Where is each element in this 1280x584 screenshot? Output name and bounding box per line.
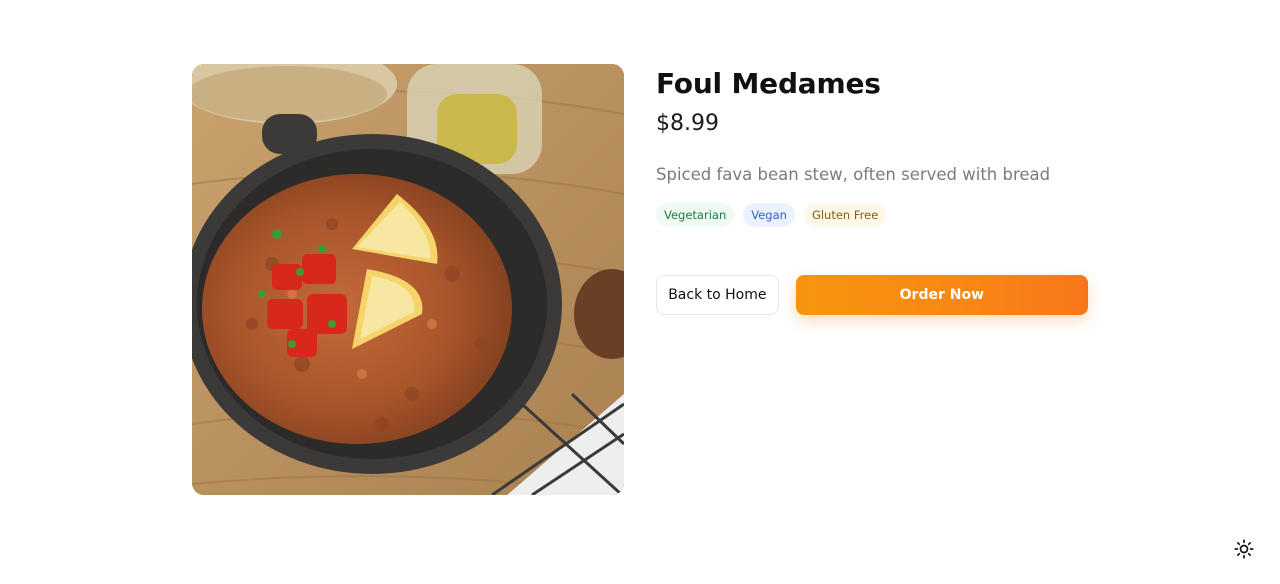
dish-info: Foul Medames $8.99 Spiced fava bean stew…	[656, 64, 1088, 315]
tag-gluten-free: Gluten Free	[803, 203, 887, 227]
action-buttons: Back to Home Order Now	[656, 275, 1088, 315]
tag-vegan: Vegan	[743, 203, 795, 227]
dish-photo-illustration	[192, 64, 624, 495]
dish-detail-page: Foul Medames $8.99 Spiced fava bean stew…	[0, 0, 1280, 584]
dish-price: $8.99	[656, 111, 719, 136]
dish-title: Foul Medames	[656, 67, 881, 100]
back-to-home-button[interactable]: Back to Home	[656, 275, 779, 315]
order-now-button[interactable]: Order Now	[795, 275, 1088, 315]
dish-description: Spiced fava bean stew, often served with…	[656, 165, 1051, 184]
theme-toggle-button[interactable]	[1232, 537, 1256, 561]
dietary-tags: Vegetarian Vegan Gluten Free	[656, 203, 1088, 227]
dish-image	[192, 64, 624, 495]
tag-vegetarian: Vegetarian	[656, 203, 735, 227]
sun-icon	[1234, 539, 1254, 559]
